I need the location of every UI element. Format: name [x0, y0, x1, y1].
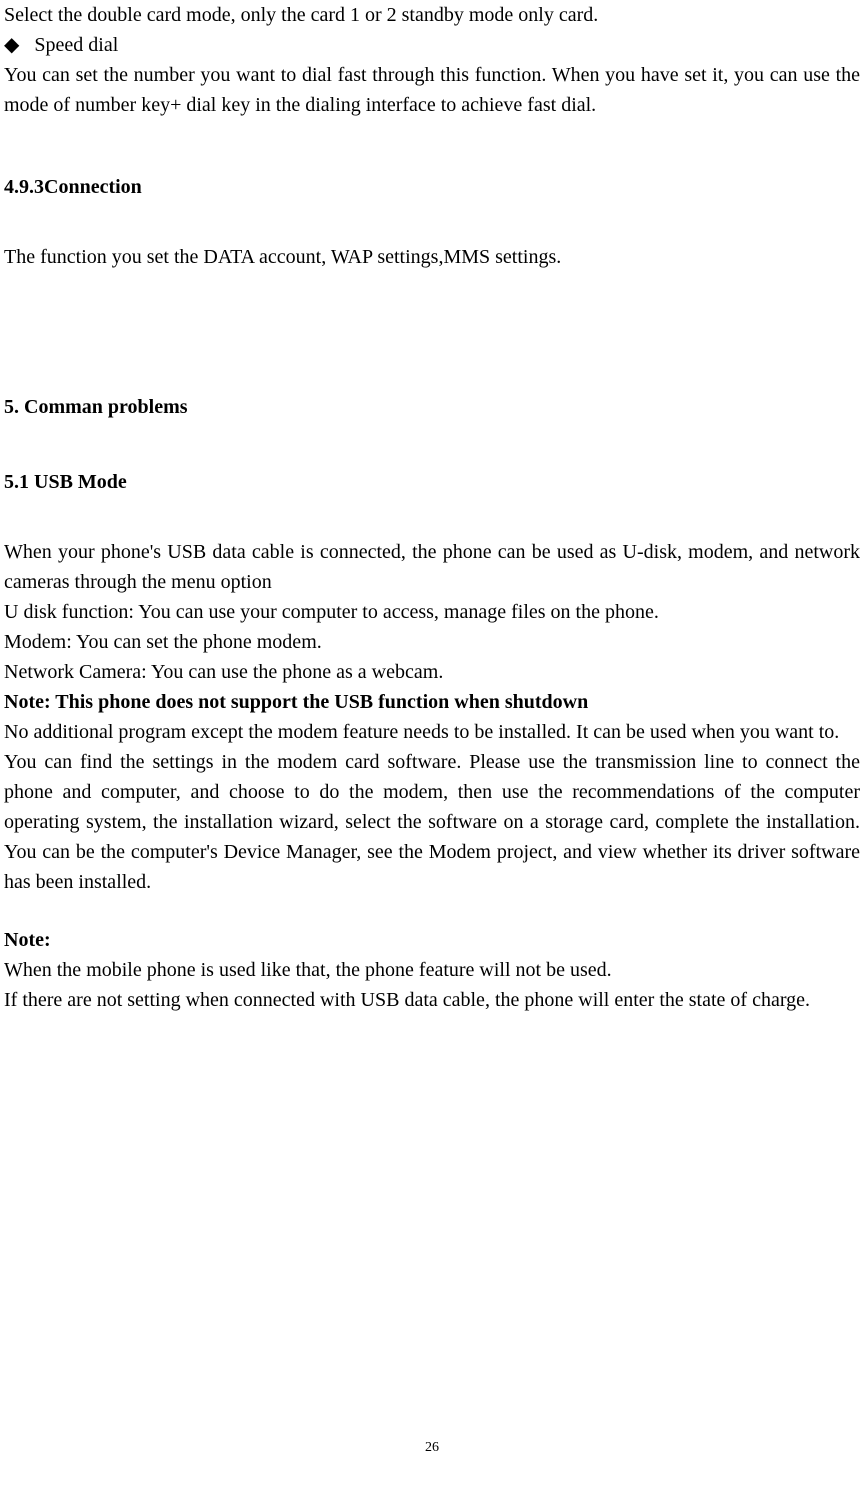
- note-line1: When the mobile phone is used like that,…: [4, 955, 860, 985]
- usb-note-bold: Note: This phone does not support the US…: [4, 687, 860, 717]
- heading-common-problems: 5. Comman problems: [4, 392, 860, 422]
- note-line2: If there are not setting when connected …: [4, 985, 860, 1015]
- diamond-bullet-icon: ◆: [4, 30, 19, 60]
- heading-usb-mode: 5.1 USB Mode: [4, 467, 860, 497]
- speed-dial-paragraph: You can set the number you want to dial …: [4, 60, 860, 120]
- connection-body: The function you set the DATA account, W…: [4, 242, 860, 272]
- usb-para4: Network Camera: You can use the phone as…: [4, 657, 860, 687]
- usb-para5: No additional program except the modem f…: [4, 717, 860, 747]
- bullet-label: Speed dial: [34, 30, 118, 60]
- usb-para2: U disk function: You can use your comput…: [4, 597, 860, 627]
- intro-line: Select the double card mode, only the ca…: [4, 0, 860, 30]
- usb-para6: You can find the settings in the modem c…: [4, 747, 860, 897]
- heading-connection: 4.9.3Connection: [4, 172, 860, 202]
- usb-para3: Modem: You can set the phone modem.: [4, 627, 860, 657]
- page-number: 26: [0, 1437, 864, 1458]
- usb-para1: When your phone's USB data cable is conn…: [4, 537, 860, 597]
- note-label: Note:: [4, 925, 860, 955]
- bullet-speed-dial: ◆ Speed dial: [4, 30, 860, 60]
